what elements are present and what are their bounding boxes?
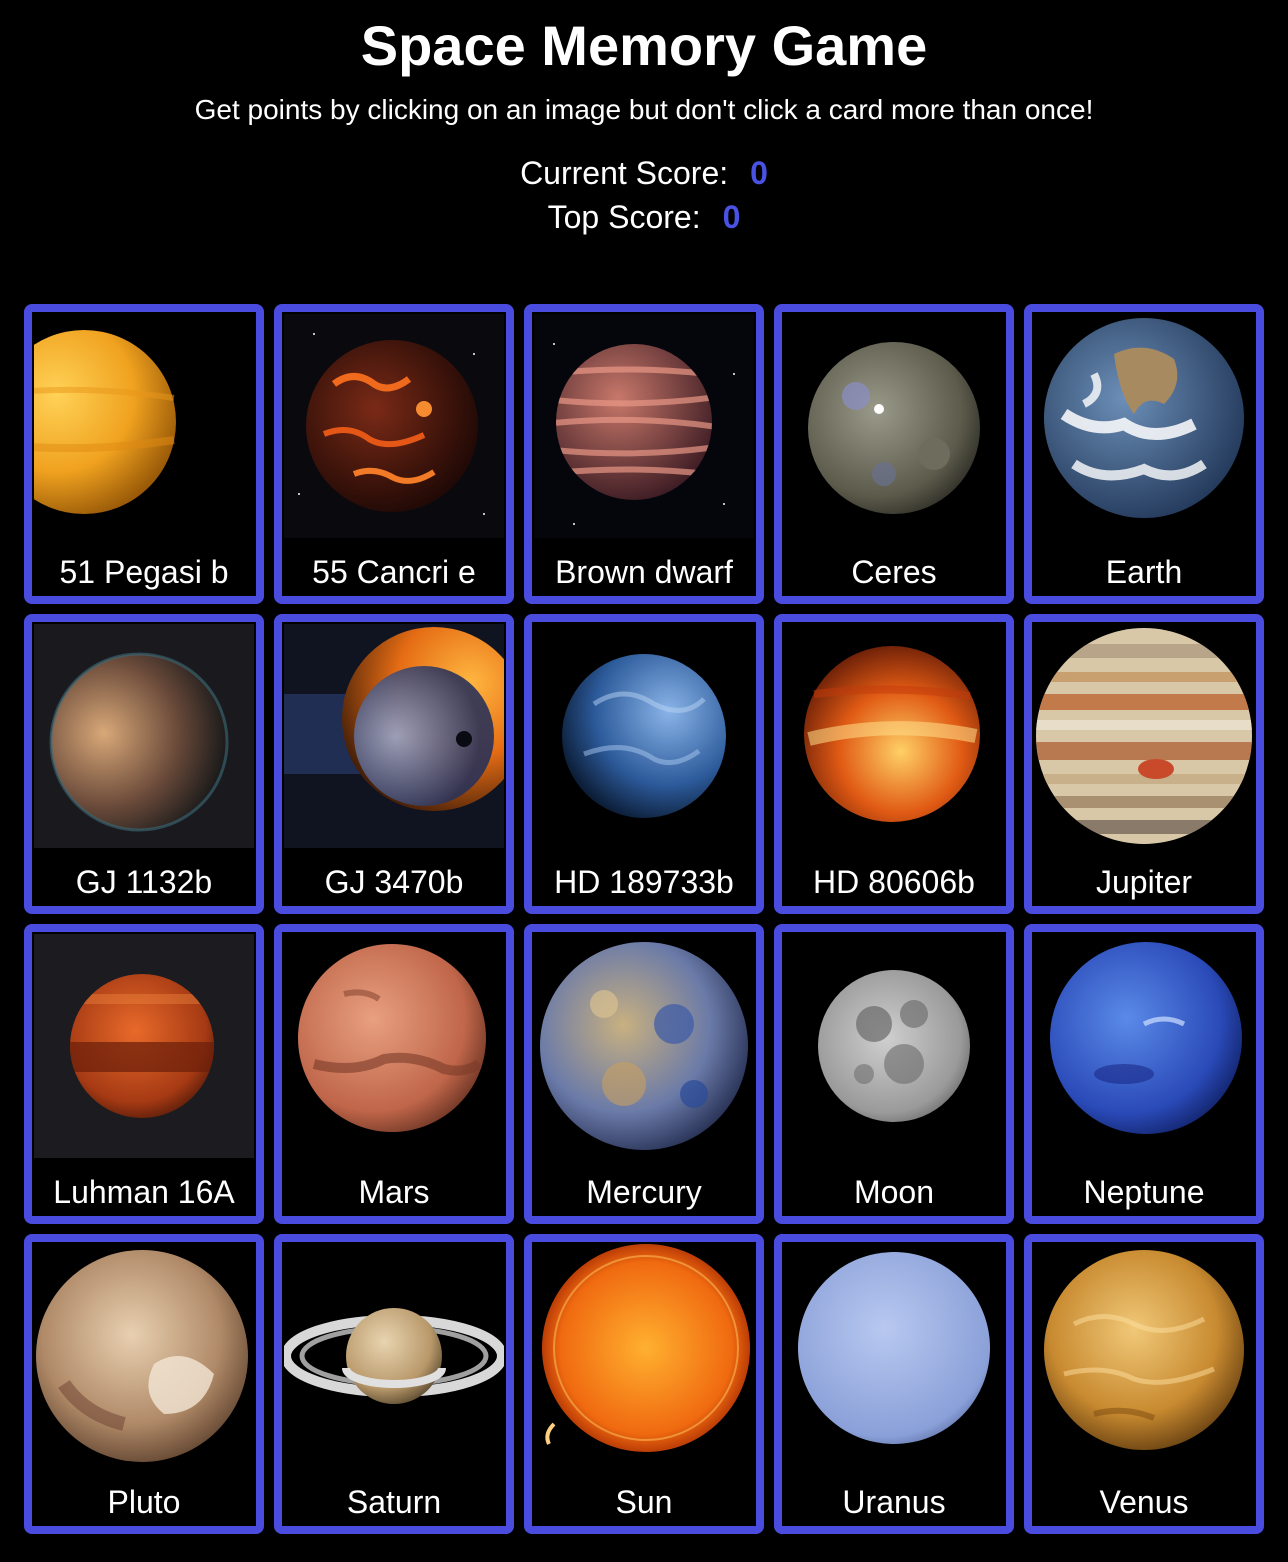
ceres-icon [784, 314, 1004, 538]
card-label: Jupiter [1095, 864, 1193, 900]
top-score-label: Top Score: [547, 199, 701, 235]
card-51-pegasi-b[interactable]: 51 Pegasi b [24, 304, 264, 604]
card-neptune[interactable]: Neptune [1024, 924, 1264, 1224]
card-hd-80606b[interactable]: HD 80606b [774, 614, 1014, 914]
card-earth[interactable]: Earth [1024, 304, 1264, 604]
luhman-16a-icon [34, 934, 254, 1158]
card-label: Neptune [1083, 1174, 1205, 1210]
current-score-label: Current Score: [520, 155, 729, 191]
card-label: Mercury [586, 1174, 702, 1210]
card-uranus[interactable]: Uranus [774, 1234, 1014, 1534]
current-score: Current Score: 0 [0, 153, 1288, 193]
earth-icon [1034, 314, 1254, 538]
hd-80606b-icon [784, 624, 1004, 848]
pluto-icon [34, 1244, 254, 1468]
sun-icon [534, 1244, 754, 1468]
card-mercury[interactable]: Mercury [524, 924, 764, 1224]
venus-icon [1034, 1244, 1254, 1468]
card-label: 55 Cancri e [312, 554, 476, 590]
card-label: GJ 3470b [324, 864, 464, 900]
card-label: Pluto [107, 1484, 181, 1520]
hd-189733b-icon [534, 624, 754, 848]
gj-3470b-icon [284, 624, 504, 848]
card-label: Ceres [851, 554, 937, 590]
card-moon[interactable]: Moon [774, 924, 1014, 1224]
page-title: Space Memory Game [360, 14, 928, 77]
51-pegasi-b-icon [34, 314, 254, 538]
top-score-value: 0 [722, 199, 741, 235]
neptune-icon [1034, 934, 1254, 1158]
mercury-icon [534, 934, 754, 1158]
card-brown-dwarf[interactable]: Brown dwarf [524, 304, 764, 604]
card-55-cancri-e[interactable]: 55 Cancri e [274, 304, 514, 604]
card-label: GJ 1132b [75, 864, 213, 900]
card-sun[interactable]: Sun [524, 1234, 764, 1534]
card-gj-1132b[interactable]: GJ 1132b [24, 614, 264, 914]
gj-1132b-icon [34, 624, 254, 848]
card-jupiter[interactable]: Jupiter [1024, 614, 1264, 914]
card-label: Saturn [346, 1484, 442, 1520]
card-label: HD 189733b [554, 864, 734, 900]
card-label: HD 80606b [813, 864, 975, 900]
current-score-value: 0 [750, 155, 768, 191]
card-label: Sun [615, 1484, 673, 1520]
card-venus[interactable]: Venus [1024, 1234, 1264, 1534]
mars-icon [284, 934, 504, 1158]
instructions: Get points by clicking on an image but d… [194, 94, 1094, 125]
jupiter-icon [1034, 624, 1254, 848]
card-label: Luhman 16A [53, 1174, 235, 1210]
55-cancri-e-icon [284, 314, 504, 538]
card-label: Brown dwarf [555, 554, 733, 590]
card-pluto[interactable]: Pluto [24, 1234, 264, 1534]
card-grid: 51 Pegasi b 55 Cancri e Brown dwarf Cere… [24, 304, 1264, 1534]
card-saturn[interactable]: Saturn [274, 1234, 514, 1534]
brown-dwarf-icon [534, 314, 754, 538]
card-label: Mars [358, 1174, 430, 1210]
card-label: 51 Pegasi b [59, 554, 229, 590]
card-label: Venus [1099, 1484, 1189, 1520]
card-ceres[interactable]: Ceres [774, 304, 1014, 604]
card-label: Uranus [842, 1484, 946, 1520]
card-luhman-16a[interactable]: Luhman 16A [24, 924, 264, 1224]
moon-icon [784, 934, 1004, 1158]
card-gj-3470b[interactable]: GJ 3470b [274, 614, 514, 914]
card-label: Moon [853, 1174, 935, 1210]
saturn-icon [284, 1244, 504, 1468]
top-score: Top Score: 0 [0, 197, 1288, 237]
card-mars[interactable]: Mars [274, 924, 514, 1224]
card-hd-189733b[interactable]: HD 189733b [524, 614, 764, 914]
uranus-icon [784, 1244, 1004, 1468]
card-label: Earth [1105, 554, 1183, 590]
